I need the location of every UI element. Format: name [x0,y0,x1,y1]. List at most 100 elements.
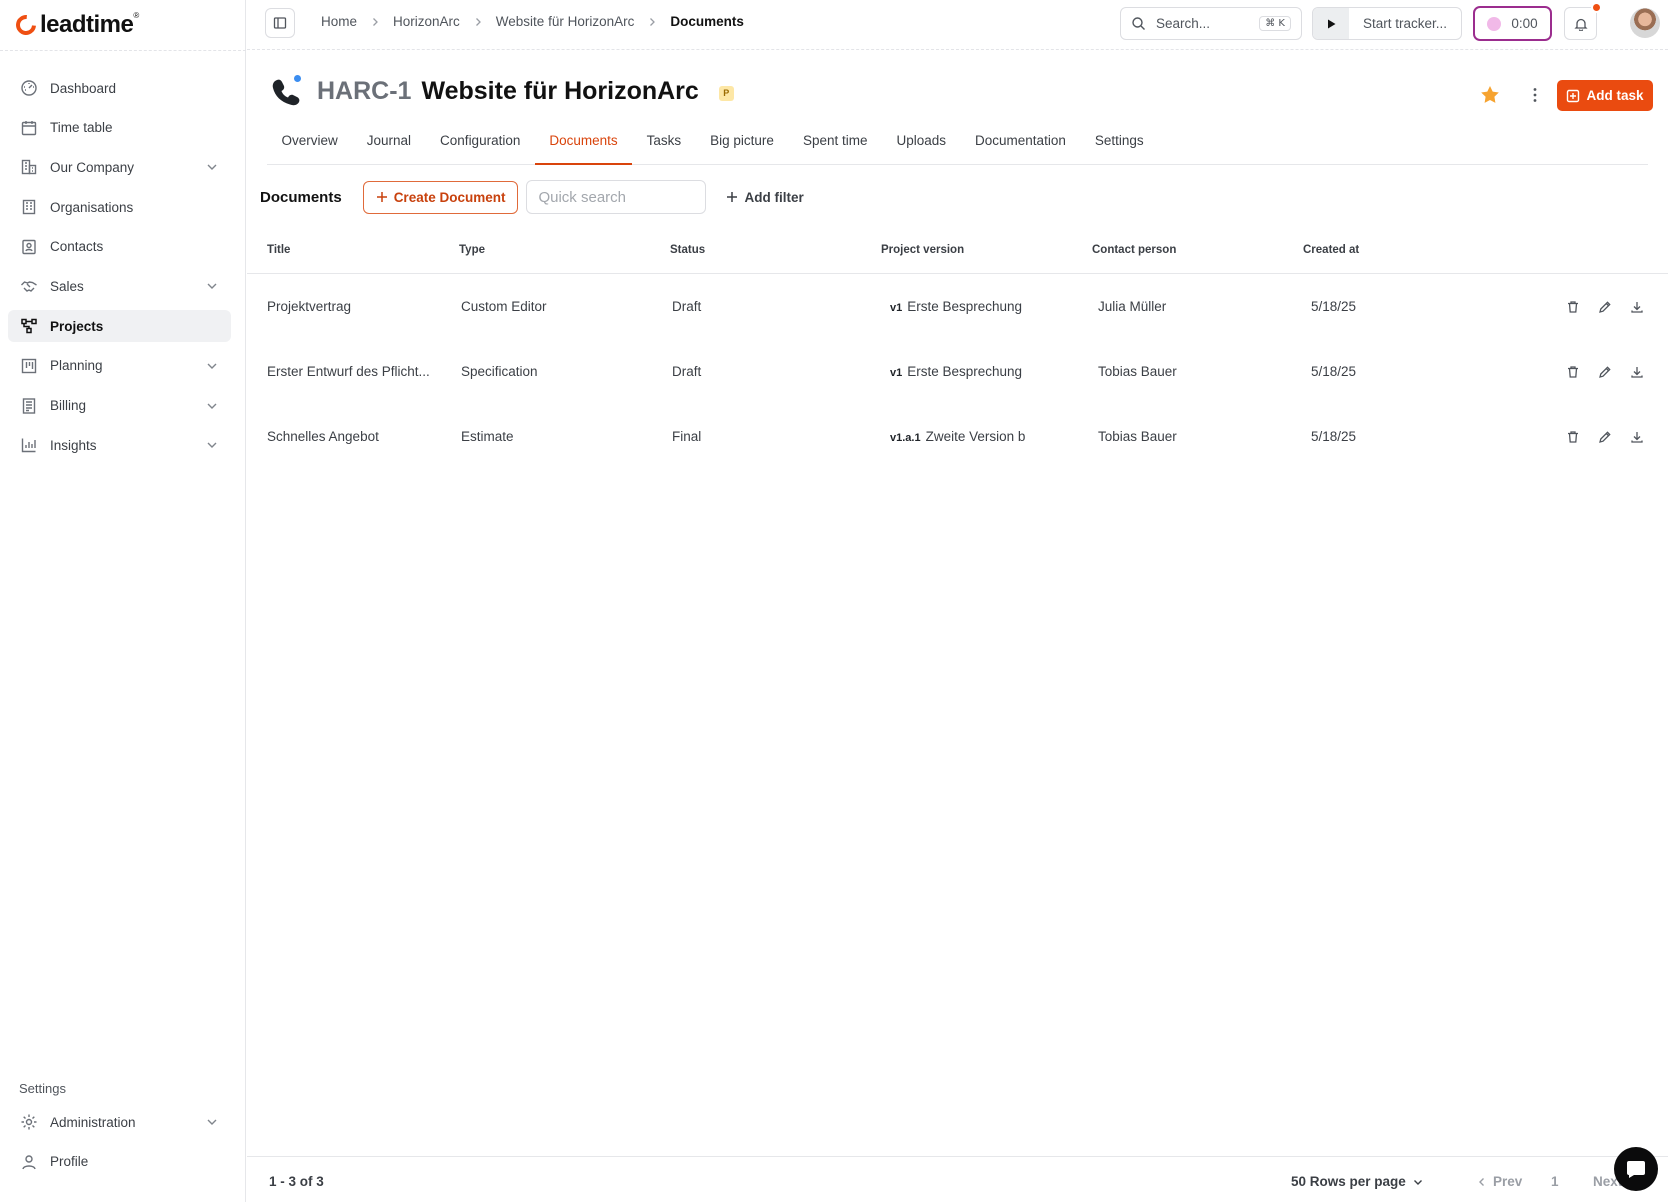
sidebar-item-label: Dashboard [50,80,117,96]
pagination-footer: 1 - 3 of 3 50 Rows per page Prev 1 Next [247,1156,1668,1202]
quick-search-input[interactable] [526,180,707,214]
sidebar-item-sales[interactable]: Sales [8,270,231,302]
project-code: HARC-1 [317,76,412,105]
logo-mark-icon [11,10,41,40]
trash-icon[interactable] [1564,428,1582,446]
column-header-type[interactable]: Type [459,244,670,256]
tab-documents[interactable]: Documents [534,126,633,165]
tab-uploads[interactable]: Uploads [882,126,961,165]
table-row[interactable]: Erster Entwurf des Pflicht... Specificat… [247,339,1668,404]
favorite-star-icon[interactable] [1479,84,1501,106]
sidebar-item-billing[interactable]: Billing [8,390,231,422]
column-header-title[interactable]: Title [247,244,459,256]
chevron-down-icon[interactable] [205,160,219,174]
timer-button[interactable]: 0:00 [1473,6,1552,41]
sidebar-item-label: Contacts [50,239,104,255]
start-tracker-button[interactable]: Start tracker... [1312,7,1462,40]
chat-launcher-button[interactable] [1614,1147,1658,1191]
prev-page-button[interactable]: Prev [1477,1174,1522,1189]
column-header-project-version[interactable]: Project version [881,244,1092,256]
notifications-button[interactable] [1564,2,1602,40]
global-search[interactable]: Search... ⌘ K [1120,7,1302,40]
search-icon [1131,16,1146,31]
column-header-status[interactable]: Status [670,244,881,256]
version-name: Erste Besprechung [907,299,1023,314]
more-options-icon[interactable] [1524,84,1546,106]
breadcrumb-project[interactable]: Website für HorizonArc [496,14,635,29]
sidebar-item-administration[interactable]: Administration [8,1106,231,1138]
chevron-down-icon[interactable] [205,1115,219,1129]
pencil-icon[interactable] [1596,428,1614,446]
cell-title[interactable]: Erster Entwurf des Pflicht... [247,364,459,379]
chat-bubble-icon [1625,1158,1647,1180]
tab-spent-time[interactable]: Spent time [788,126,882,165]
sidebar-item-organisations[interactable]: Organisations [8,191,231,223]
cell-project-version: v1 Erste Besprechung [881,299,1092,314]
cell-title[interactable]: Schnelles Angebot [247,429,459,444]
tab-overview[interactable]: Overview [267,126,352,165]
add-task-button[interactable]: Add task [1557,80,1653,111]
cell-project-version: v1.a.1 Zweite Version b [881,429,1092,444]
sidebar-item-planning[interactable]: Planning [8,350,231,382]
table-row[interactable]: Projektvertrag Custom Editor Draft v1 Ers… [247,274,1668,339]
add-filter-button[interactable]: Add filter [726,190,804,205]
version-tag: v1.a.1 [890,432,921,444]
sidebar-item-profile[interactable]: Profile [8,1146,231,1178]
page-number-button[interactable]: 1 [1551,1174,1559,1189]
chevron-left-icon [1477,1177,1487,1187]
download-icon[interactable] [1628,363,1646,381]
column-header-created-at[interactable]: Created at [1303,244,1503,256]
create-document-button[interactable]: Create Document [362,180,519,214]
chevron-down-icon[interactable] [205,359,219,373]
tab-tasks[interactable]: Tasks [632,126,696,165]
column-header-contact-person[interactable]: Contact person [1092,244,1303,256]
pencil-icon[interactable] [1596,298,1614,316]
chevron-down-icon[interactable] [205,279,219,293]
version-name: Zweite Version b [925,429,1026,444]
version-name: Erste Besprechung [907,364,1023,379]
top-bar: Home HorizonArc Website für HorizonArc D… [247,0,1668,50]
priority-badge: P [718,85,734,101]
handshake-icon [20,277,38,295]
sidebar-item-contacts[interactable]: Contacts [8,231,231,263]
tab-big-picture[interactable]: Big picture [696,126,789,165]
tab-documentation[interactable]: Documentation [961,126,1081,165]
sidebar-toggle-icon [273,16,287,30]
trash-icon[interactable] [1564,363,1582,381]
tab-journal[interactable]: Journal [352,126,425,165]
section-title: Documents [260,188,342,206]
sidebar-item-projects[interactable]: Projects [8,310,231,343]
sidebar-item-insights[interactable]: Insights [8,429,231,461]
download-icon[interactable] [1628,428,1646,446]
download-icon[interactable] [1628,298,1646,316]
rows-per-page-select[interactable]: 50 Rows per page [1291,1174,1424,1189]
breadcrumb-home[interactable]: Home [321,14,357,29]
table-row[interactable]: Schnelles Angebot Estimate Final v1.a.1 Z… [247,404,1668,469]
page-number: 1 [1551,1174,1559,1189]
pencil-icon[interactable] [1596,363,1614,381]
documents-toolbar: Documents Create Document Add filter [260,180,804,214]
timer-value: 0:00 [1511,16,1538,31]
tab-configuration[interactable]: Configuration [426,126,535,165]
sidebar-item-our-company[interactable]: Our Company [8,151,231,183]
cell-title[interactable]: Projektvertrag [247,299,459,314]
sidebar-item-time-table[interactable]: Time table [8,112,231,144]
gear-icon [20,1113,38,1131]
chevron-down-icon[interactable] [205,399,219,413]
invoice-icon [20,397,38,415]
brand-name: leadtime® [40,11,139,38]
projects-icon [20,317,38,335]
logo[interactable]: leadtime® [11,10,139,40]
chevron-down-icon[interactable] [205,438,219,452]
user-avatar[interactable] [1630,8,1660,38]
search-placeholder: Search... [1156,16,1211,31]
tab-settings[interactable]: Settings [1080,126,1158,165]
dashboard-icon [20,79,38,97]
breadcrumb-organisation[interactable]: HorizonArc [393,14,460,29]
sidebar-toggle-button[interactable] [265,8,295,38]
cell-contact-person: Julia Müller [1098,299,1167,314]
cell-project-version: v1 Erste Besprechung [881,364,1092,379]
sidebar-item-dashboard[interactable]: Dashboard [8,72,231,104]
trash-icon[interactable] [1564,298,1582,316]
play-icon [1313,8,1349,39]
